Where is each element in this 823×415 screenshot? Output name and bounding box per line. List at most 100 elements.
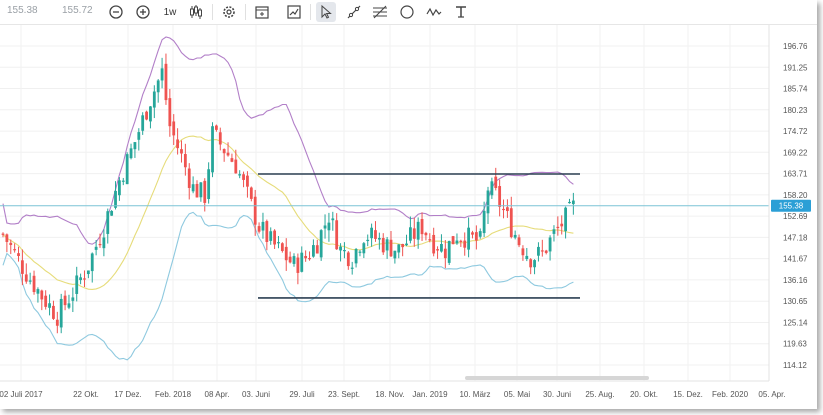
price-tick-label: 141.67 <box>783 255 808 264</box>
candle-body <box>203 180 207 203</box>
candle-body <box>164 63 168 101</box>
candle-body <box>459 240 463 242</box>
candle-body <box>63 295 67 306</box>
candle-body <box>467 227 470 250</box>
candle-body <box>90 253 94 272</box>
candle-body <box>381 238 385 253</box>
calendar-button[interactable] <box>252 2 272 22</box>
candle-body <box>308 258 311 260</box>
candle-body <box>428 239 432 241</box>
candle-body <box>548 237 552 252</box>
text-icon <box>456 6 466 18</box>
price-tick-label: 169.22 <box>783 148 808 157</box>
candle-body <box>75 275 79 294</box>
price-tick-label: 125.14 <box>783 318 808 327</box>
candle-body <box>339 246 342 251</box>
candle-body <box>125 154 129 185</box>
candle-body <box>28 280 32 282</box>
price-tick-label: 196.76 <box>783 42 808 51</box>
gear-icon <box>223 6 235 18</box>
candle-body <box>478 231 482 237</box>
candle-body <box>265 221 269 242</box>
candle-body <box>79 277 82 281</box>
candle-body <box>48 303 51 308</box>
candle-body <box>354 249 358 264</box>
candle-body <box>187 168 191 188</box>
zoom-out-button[interactable] <box>106 2 126 22</box>
fibonacci-tool-button[interactable] <box>370 2 390 22</box>
time-tick-label: 08 Apr. <box>205 390 230 399</box>
chart-toolbar: 155.38 155.72 1w <box>0 0 817 25</box>
candle-body <box>424 232 428 236</box>
candle-body <box>393 250 397 259</box>
candle-body <box>222 149 226 154</box>
candlestick-icon <box>190 5 202 19</box>
text-tool-button[interactable] <box>451 2 471 22</box>
candle-body <box>482 210 486 234</box>
snapshot-button[interactable] <box>284 2 304 22</box>
zoom-in-button[interactable] <box>133 2 153 22</box>
candle-body <box>474 232 478 241</box>
candle-body <box>71 297 75 301</box>
candle-body <box>156 80 160 93</box>
candle-body <box>389 239 393 257</box>
candle-body <box>540 250 544 252</box>
candle-body <box>98 243 102 246</box>
candle-body <box>366 239 370 242</box>
candle-body <box>401 243 405 248</box>
candle-body <box>44 295 48 307</box>
time-scrollbar <box>465 376 649 380</box>
interval-button[interactable]: 1w <box>160 2 180 22</box>
candle-body <box>385 239 389 251</box>
price-tick-label: 185.74 <box>783 85 808 94</box>
toolbar-separator <box>212 4 213 20</box>
candle-body <box>486 190 490 214</box>
candle-body <box>218 132 222 145</box>
candle-body <box>195 183 199 198</box>
settings-button[interactable] <box>219 2 239 22</box>
candle-body <box>269 231 273 241</box>
candle-body <box>145 111 148 120</box>
candle-body <box>230 158 234 162</box>
chart-type-button[interactable] <box>186 2 206 22</box>
time-axis[interactable]: 02 Juli 2017 22 Okt. 17 Dez. Feb. 2018 08 Ap… <box>0 376 786 399</box>
candle-body <box>13 249 17 251</box>
candle-body <box>284 246 288 261</box>
wave-tool-button[interactable] <box>424 2 444 22</box>
candle-body <box>246 175 249 187</box>
calendar-icon <box>255 6 269 19</box>
cursor-tool-button[interactable] <box>316 2 336 22</box>
price-tick-label: 114.12 <box>783 361 807 370</box>
candle-body <box>141 115 145 131</box>
candle-body <box>226 152 230 156</box>
candle-body <box>327 222 331 231</box>
candle-body <box>556 226 560 229</box>
price-axis[interactable]: 196.76 191.25 185.74 180.23 174.72 169.22 163.… <box>768 25 817 409</box>
candle-body <box>564 207 567 232</box>
candle-body <box>40 290 44 300</box>
price-readout-b: 155.72 <box>62 5 93 16</box>
candle-body <box>17 253 20 256</box>
candle-body <box>533 260 536 268</box>
candle-body <box>172 121 176 136</box>
time-tick-label: 10. März <box>459 390 490 399</box>
price-tick-label: 136.16 <box>783 276 808 285</box>
line-tool-button[interactable] <box>344 2 364 22</box>
candle-body <box>412 228 416 239</box>
candle-body <box>537 246 540 256</box>
candle-body <box>296 257 300 273</box>
time-tick-label: 18. Nov. <box>375 390 404 399</box>
price-tick-label: 119.63 <box>783 340 807 349</box>
fibonacci-icon <box>373 5 387 19</box>
candle-body <box>199 182 203 198</box>
candle-body <box>440 243 443 252</box>
candle-body <box>335 220 339 250</box>
candle-body <box>343 250 346 252</box>
candle-body <box>304 255 308 259</box>
circle-tool-button[interactable] <box>397 2 417 22</box>
candle-body <box>129 148 133 159</box>
time-tick-label: 05. Mai <box>504 390 530 399</box>
candle-body <box>509 208 513 238</box>
price-chart[interactable]: 196.76 191.25 185.74 180.23 174.72 169.22 163.… <box>0 25 817 409</box>
candle-body <box>21 260 24 274</box>
